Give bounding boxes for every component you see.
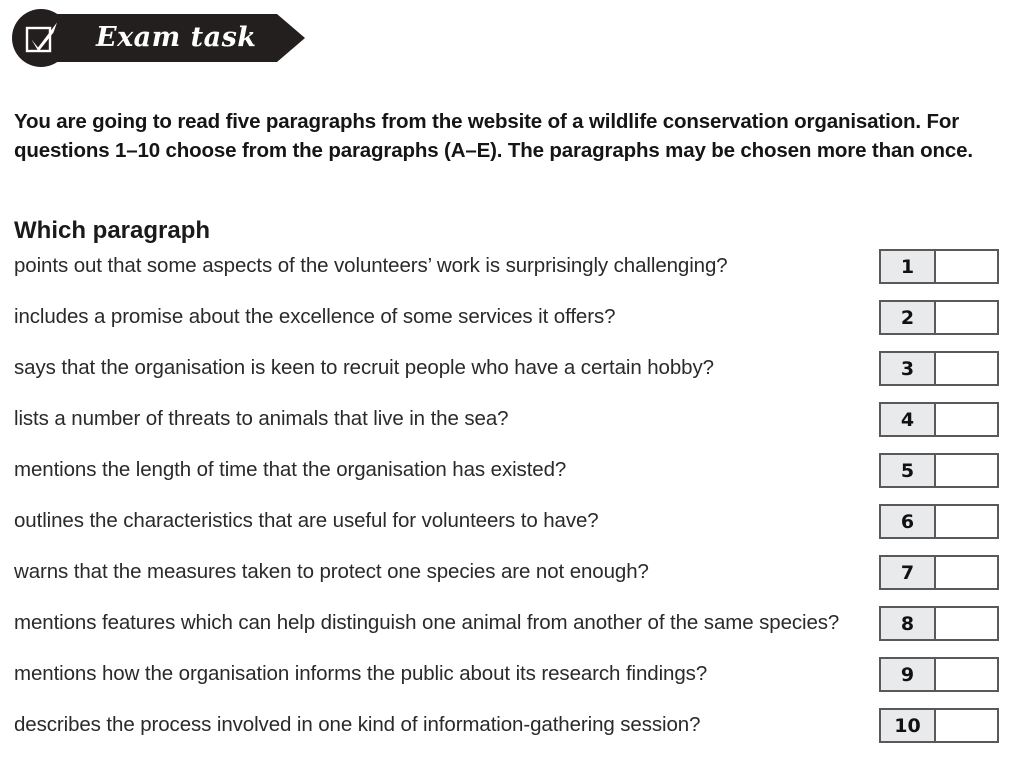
question-text: mentions the length of time that the org…	[14, 458, 567, 481]
answer-field[interactable]	[936, 353, 997, 384]
question-number: 5	[881, 455, 936, 486]
question-text: mentions how the organisation informs th…	[14, 662, 708, 685]
question-text: lists a number of threats to animals tha…	[14, 407, 509, 430]
exam-task-banner: Exam task	[0, 0, 330, 76]
answer-box[interactable]: 6	[879, 504, 999, 539]
question-number: 3	[881, 353, 936, 384]
question-row: points out that some aspects of the volu…	[0, 245, 1024, 296]
answer-field[interactable]	[936, 404, 997, 435]
question-number: 8	[881, 608, 936, 639]
answer-field[interactable]	[936, 659, 997, 690]
question-row: lists a number of threats to animals tha…	[0, 398, 1024, 449]
answer-field[interactable]	[936, 608, 997, 639]
answer-box[interactable]: 4	[879, 402, 999, 437]
question-number: 7	[881, 557, 936, 588]
question-text: outlines the characteristics that are us…	[14, 509, 599, 532]
question-row: mentions how the organisation informs th…	[0, 653, 1024, 704]
answer-box[interactable]: 7	[879, 555, 999, 590]
question-number: 4	[881, 404, 936, 435]
question-row: outlines the characteristics that are us…	[0, 500, 1024, 551]
question-row: warns that the measures taken to protect…	[0, 551, 1024, 602]
task-instructions: You are going to read five paragraphs fr…	[14, 109, 973, 162]
question-number: 10	[881, 710, 936, 741]
answer-field[interactable]	[936, 506, 997, 537]
question-number: 9	[881, 659, 936, 690]
question-row: mentions features which can help disting…	[0, 602, 1024, 653]
answer-box[interactable]: 9	[879, 657, 999, 692]
answer-box[interactable]: 5	[879, 453, 999, 488]
question-number: 1	[881, 251, 936, 282]
answer-field[interactable]	[936, 302, 997, 333]
question-text: mentions features which can help disting…	[14, 611, 840, 634]
question-text: describes the process involved in one ki…	[14, 713, 701, 736]
question-number: 6	[881, 506, 936, 537]
answer-box[interactable]: 3	[879, 351, 999, 386]
question-text: points out that some aspects of the volu…	[14, 254, 728, 277]
question-text: includes a promise about the excellence …	[14, 305, 616, 328]
section-heading: Which paragraph	[14, 216, 211, 244]
answer-field[interactable]	[936, 251, 997, 282]
banner-title: Exam task	[96, 22, 257, 53]
question-text: warns that the measures taken to protect…	[14, 560, 649, 583]
question-text: says that the organisation is keen to re…	[14, 356, 714, 379]
answer-field[interactable]	[936, 455, 997, 486]
checkbox-tick-icon	[12, 9, 70, 67]
question-row: says that the organisation is keen to re…	[0, 347, 1024, 398]
answer-field[interactable]	[936, 557, 997, 588]
question-row: includes a promise about the excellence …	[0, 296, 1024, 347]
answer-field[interactable]	[936, 710, 997, 741]
question-row: describes the process involved in one ki…	[0, 704, 1024, 755]
answer-box[interactable]: 1	[879, 249, 999, 284]
question-list: points out that some aspects of the volu…	[0, 245, 1024, 755]
question-row: mentions the length of time that the org…	[0, 449, 1024, 500]
answer-box[interactable]: 8	[879, 606, 999, 641]
question-number: 2	[881, 302, 936, 333]
answer-box[interactable]: 10	[879, 708, 999, 743]
answer-box[interactable]: 2	[879, 300, 999, 335]
